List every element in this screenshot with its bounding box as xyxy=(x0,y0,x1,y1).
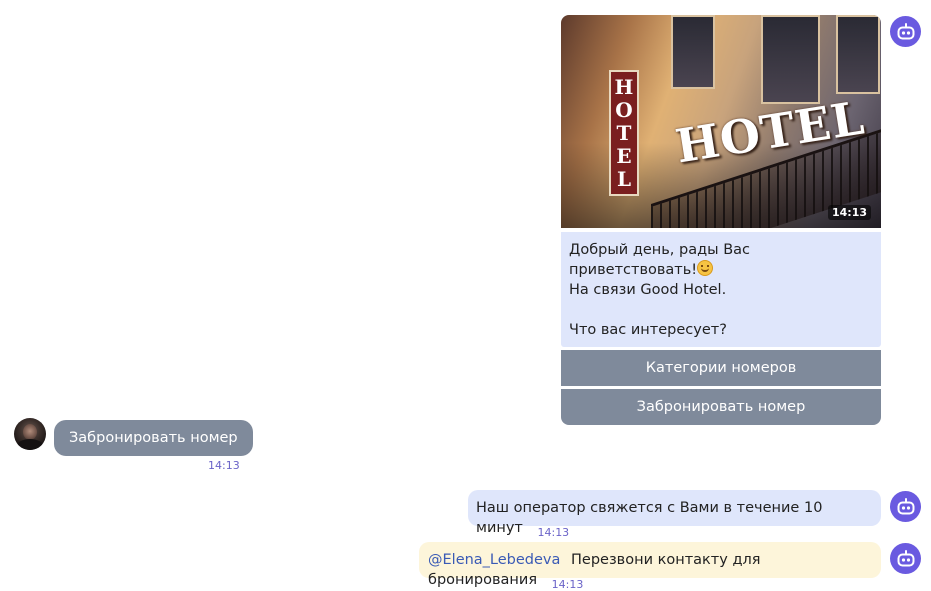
user-message-text: Забронировать номер xyxy=(69,430,238,446)
robot-icon xyxy=(897,497,914,514)
sign-letter: T xyxy=(616,120,632,145)
hotel-sign-vertical: H O T E L xyxy=(609,70,639,196)
operator-note-bubble: @Elena_Lebedeva Перезвони контакту для б… xyxy=(419,542,881,591)
robot-icon xyxy=(897,549,914,566)
user-message-bubble: Забронировать номер xyxy=(54,420,253,456)
operator-note-timestamp: 14:13 xyxy=(551,578,584,591)
smiling-face-emoji-icon xyxy=(697,260,714,276)
robot-icon xyxy=(897,22,914,39)
hotel-photo[interactable]: H O T E L HOTEL 14:13 xyxy=(561,15,881,228)
user-avatar xyxy=(14,418,46,450)
photo-timestamp: 14:13 xyxy=(827,205,871,220)
avatar-shoulders xyxy=(16,439,44,450)
user-message-timestamp: 14:13 xyxy=(208,459,240,472)
greeting-line-2: На связи Good Hotel. xyxy=(569,282,727,298)
bot-message-text: Наш оператор свяжется с Вами в течение 1… xyxy=(476,500,823,536)
avatar-face xyxy=(23,424,37,440)
greeting-line-1-text: Добрый день, рады Вас приветствовать! xyxy=(569,242,750,278)
bot-message-card: H O T E L HOTEL 14:13 Добрый день, рады … xyxy=(561,15,881,425)
greeting-text: Добрый день, рады Вас приветствовать! На… xyxy=(561,232,881,347)
photo-window xyxy=(761,15,820,104)
greeting-line-1: Добрый день, рады Вас приветствовать! xyxy=(569,240,873,280)
sign-letter: E xyxy=(616,143,632,168)
bot-message-timestamp: 14:13 xyxy=(537,526,570,539)
quick-reply-book-room-button[interactable]: Забронировать номер xyxy=(561,389,881,425)
sign-letter: L xyxy=(616,166,632,191)
sign-letter: O xyxy=(615,97,633,122)
bot-avatar xyxy=(890,16,921,47)
photo-window xyxy=(671,15,715,89)
photo-window xyxy=(836,15,880,94)
bot-message-bubble: Наш оператор свяжется с Вами в течение 1… xyxy=(468,490,881,539)
quick-reply-room-categories-button[interactable]: Категории номеров xyxy=(561,350,881,386)
mention-link[interactable]: @Elena_Lebedeva xyxy=(428,552,560,568)
bot-avatar xyxy=(890,491,921,522)
bot-avatar xyxy=(890,543,921,574)
sign-letter: H xyxy=(614,74,634,99)
question-line: Что вас интересует? xyxy=(569,322,727,338)
